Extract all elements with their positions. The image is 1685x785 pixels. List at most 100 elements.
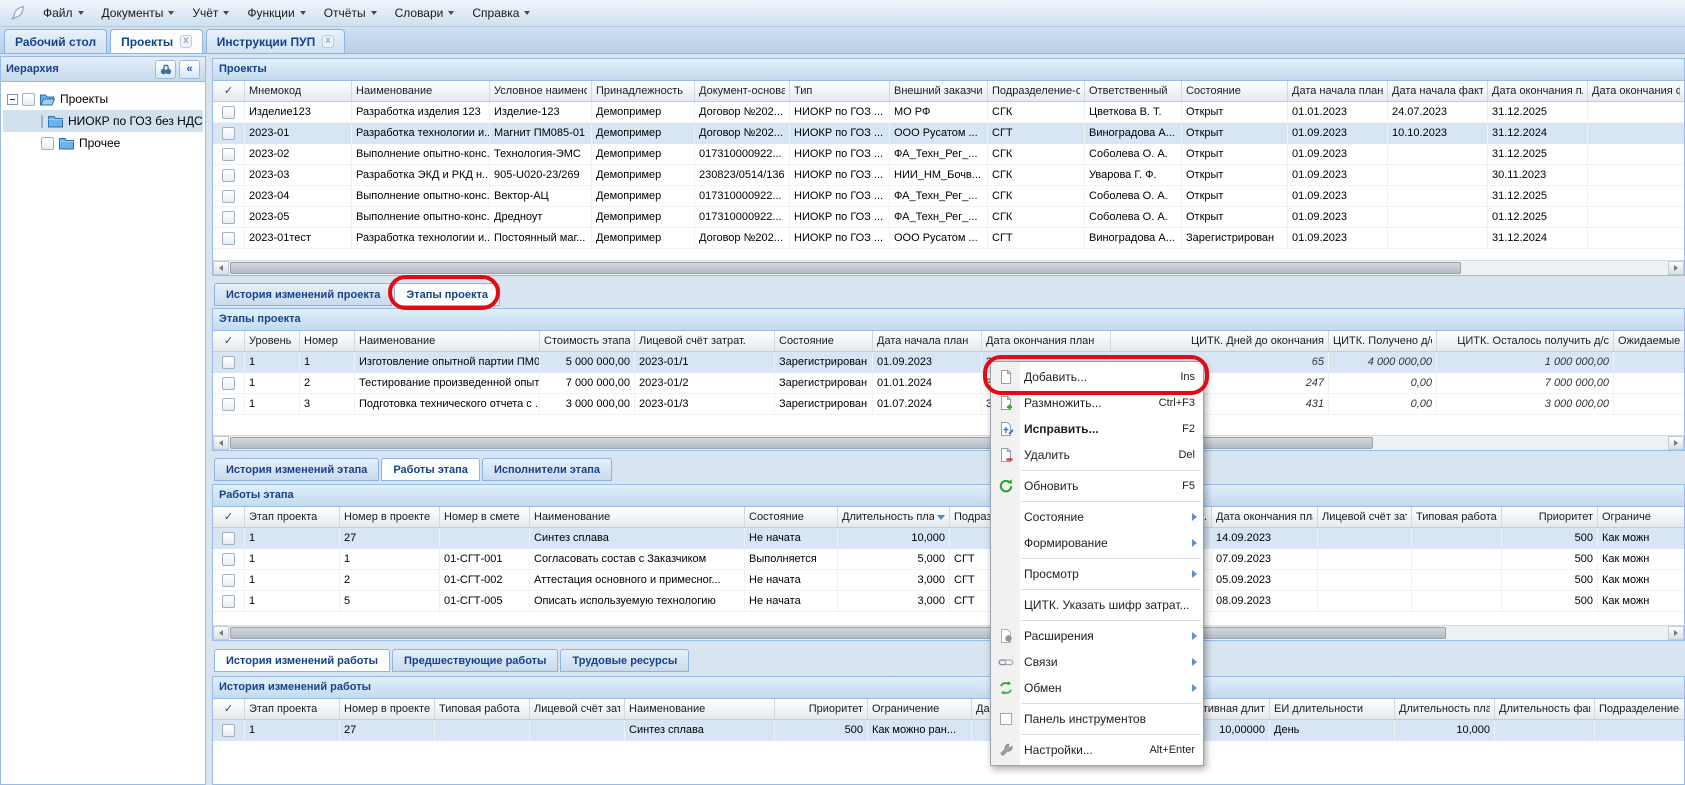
context-menu-item[interactable]: Исправить...F2 <box>991 416 1203 442</box>
menu-Файл[interactable]: Файл <box>34 2 93 24</box>
table-row[interactable]: 1101-СГТ-001Согласовать состав с Заказчи… <box>213 549 1684 570</box>
column-header[interactable]: Дата начала план <box>873 331 982 351</box>
column-header[interactable]: Подразделение-ис <box>1595 699 1684 719</box>
column-header[interactable]: Приоритет <box>775 699 868 719</box>
table-row[interactable]: 1201-СГТ-002Аттестация основного и приме… <box>213 570 1684 591</box>
column-header[interactable]: Номер в проекте <box>340 507 440 527</box>
context-menu-item[interactable]: Расширения <box>991 623 1203 649</box>
close-icon[interactable]: x <box>322 35 334 48</box>
table-row[interactable]: 11Изготовление опытной партии ПМ0...5 00… <box>213 352 1684 373</box>
context-menu-item[interactable]: ЦИТК. Указать шифр затрат... <box>991 592 1203 618</box>
tree-checkbox[interactable] <box>41 115 43 128</box>
table-row[interactable]: 13Подготовка технического отчета с ...3 … <box>213 394 1684 415</box>
column-header[interactable]: ЦИТК. Дней до окончания <box>1111 331 1329 351</box>
select-all-column-header[interactable]: ✓ <box>213 507 245 527</box>
column-header[interactable]: Номер в смете <box>440 507 530 527</box>
tab[interactable]: История изменений этапа <box>214 458 379 481</box>
column-header[interactable]: Состояние <box>775 331 873 351</box>
column-header[interactable]: Наименование <box>530 507 745 527</box>
row-checkbox[interactable] <box>222 106 235 119</box>
row-checkbox[interactable] <box>222 127 235 140</box>
column-header[interactable]: Ограниче <box>1598 507 1684 527</box>
select-all-column-header[interactable]: ✓ <box>213 81 245 101</box>
column-header[interactable]: Лицевой счёт затр <box>530 699 625 719</box>
column-header[interactable]: Подразделение-от <box>988 81 1085 101</box>
row-checkbox[interactable] <box>222 532 235 545</box>
tree-item[interactable]: Прочее <box>3 132 203 154</box>
column-header[interactable]: Дата окончания план <box>1212 507 1318 527</box>
column-header[interactable]: ЦИТК. Получено д/с <box>1329 331 1437 351</box>
row-checkbox[interactable] <box>222 232 235 245</box>
table-row[interactable]: 1501-СГТ-005Описать используемую техноло… <box>213 591 1684 612</box>
column-header[interactable]: ЦИТК. Осталось получить д/с <box>1437 331 1614 351</box>
column-header[interactable]: Дата окончания ф <box>1588 81 1684 101</box>
column-header[interactable]: Стоимость этапа <box>540 331 635 351</box>
tree-item[interactable]: Проекты <box>3 88 203 110</box>
tree-item[interactable]: НИОКР по ГОЗ без НДС <box>3 110 203 132</box>
column-header[interactable]: Условное наименова <box>490 81 592 101</box>
tab[interactable]: Работы этапа <box>381 458 480 481</box>
column-header[interactable]: Лицевой счёт затрат. <box>635 331 775 351</box>
column-header[interactable]: Уровень <box>245 331 300 351</box>
row-checkbox[interactable] <box>222 169 235 182</box>
column-header[interactable]: Принадлежность <box>592 81 695 101</box>
row-checkbox[interactable] <box>222 190 235 203</box>
context-menu-item[interactable]: Обмен <box>991 675 1203 701</box>
context-menu-item[interactable]: Добавить...Ins <box>991 364 1203 390</box>
scroll-right-button[interactable] <box>1668 436 1684 450</box>
select-all-column-header[interactable]: ✓ <box>213 699 245 719</box>
column-header[interactable]: Номер <box>300 331 355 351</box>
tab[interactable]: История изменений проекта <box>214 283 392 306</box>
menu-Словари[interactable]: Словари <box>386 2 464 24</box>
column-header[interactable]: Типовая работа <box>435 699 530 719</box>
table-row[interactable]: 127Синтез сплава500Как можно ран...10,00… <box>213 720 1684 741</box>
tree-checkbox[interactable] <box>22 93 35 106</box>
column-header[interactable]: Состояние <box>745 507 838 527</box>
column-header[interactable]: Состояние <box>1182 81 1288 101</box>
row-checkbox[interactable] <box>222 377 235 390</box>
column-header[interactable]: Ожидаемые <box>1614 331 1684 351</box>
context-menu-item[interactable]: УдалитьDel <box>991 442 1203 468</box>
horizontal-scrollbar[interactable] <box>213 260 1684 275</box>
column-header[interactable]: Приоритет <box>1502 507 1598 527</box>
row-checkbox[interactable] <box>222 595 235 608</box>
column-header[interactable]: Длительность план <box>838 507 950 527</box>
column-header[interactable]: Ограничение <box>868 699 972 719</box>
scroll-left-button[interactable] <box>213 626 229 640</box>
table-row[interactable]: 127Синтез сплаваНе начата10,00014.09.202… <box>213 528 1684 549</box>
scroll-left-button[interactable] <box>213 436 229 450</box>
column-header[interactable]: Дата начала факт. <box>1388 81 1488 101</box>
tab[interactable]: Исполнители этапа <box>482 458 612 481</box>
scroll-left-button[interactable] <box>213 261 229 275</box>
table-row[interactable]: 12Тестирование произведенной опыт...7 00… <box>213 373 1684 394</box>
tab[interactable]: Трудовые ресурсы <box>560 649 689 672</box>
menu-Функции[interactable]: Функции <box>238 2 314 24</box>
table-row[interactable]: 2023-02Выполнение опытно-конс...Технолог… <box>213 144 1684 165</box>
context-menu-item[interactable]: ОбновитьF5 <box>991 473 1203 499</box>
column-header[interactable]: Наименование <box>625 699 775 719</box>
column-header[interactable]: Этап проекта <box>245 507 340 527</box>
column-header[interactable]: Ответственный <box>1085 81 1182 101</box>
column-header[interactable]: Номер в проекте <box>340 699 435 719</box>
horizontal-scrollbar[interactable] <box>213 435 1684 450</box>
menu-Документы[interactable]: Документы <box>93 2 184 24</box>
column-header[interactable]: Длительность фак <box>1495 699 1595 719</box>
context-menu-item[interactable]: Настройки...Alt+Enter <box>991 737 1203 763</box>
window-tab[interactable]: Инструкции ПУПx <box>206 29 345 53</box>
column-header[interactable]: Наименование <box>352 81 490 101</box>
column-header[interactable]: Мнемокод <box>245 81 352 101</box>
context-menu-item[interactable]: Связи <box>991 649 1203 675</box>
column-header[interactable]: Дата окончания план <box>982 331 1111 351</box>
context-menu-item[interactable]: Панель инструментов <box>991 706 1203 732</box>
horizontal-scrollbar[interactable] <box>213 625 1684 640</box>
menu-Справка[interactable]: Справка <box>463 2 539 24</box>
row-checkbox[interactable] <box>222 574 235 587</box>
row-checkbox[interactable] <box>222 398 235 411</box>
scrollbar-thumb[interactable] <box>230 627 1446 639</box>
context-menu-item[interactable]: Формирование <box>991 530 1203 556</box>
column-header[interactable]: Дата окончания пл <box>1488 81 1588 101</box>
column-header[interactable]: ЕИ длительности <box>1270 699 1395 719</box>
tab[interactable]: История изменений работы <box>214 649 390 672</box>
scroll-right-button[interactable] <box>1668 626 1684 640</box>
context-menu-item[interactable]: Состояние <box>991 504 1203 530</box>
